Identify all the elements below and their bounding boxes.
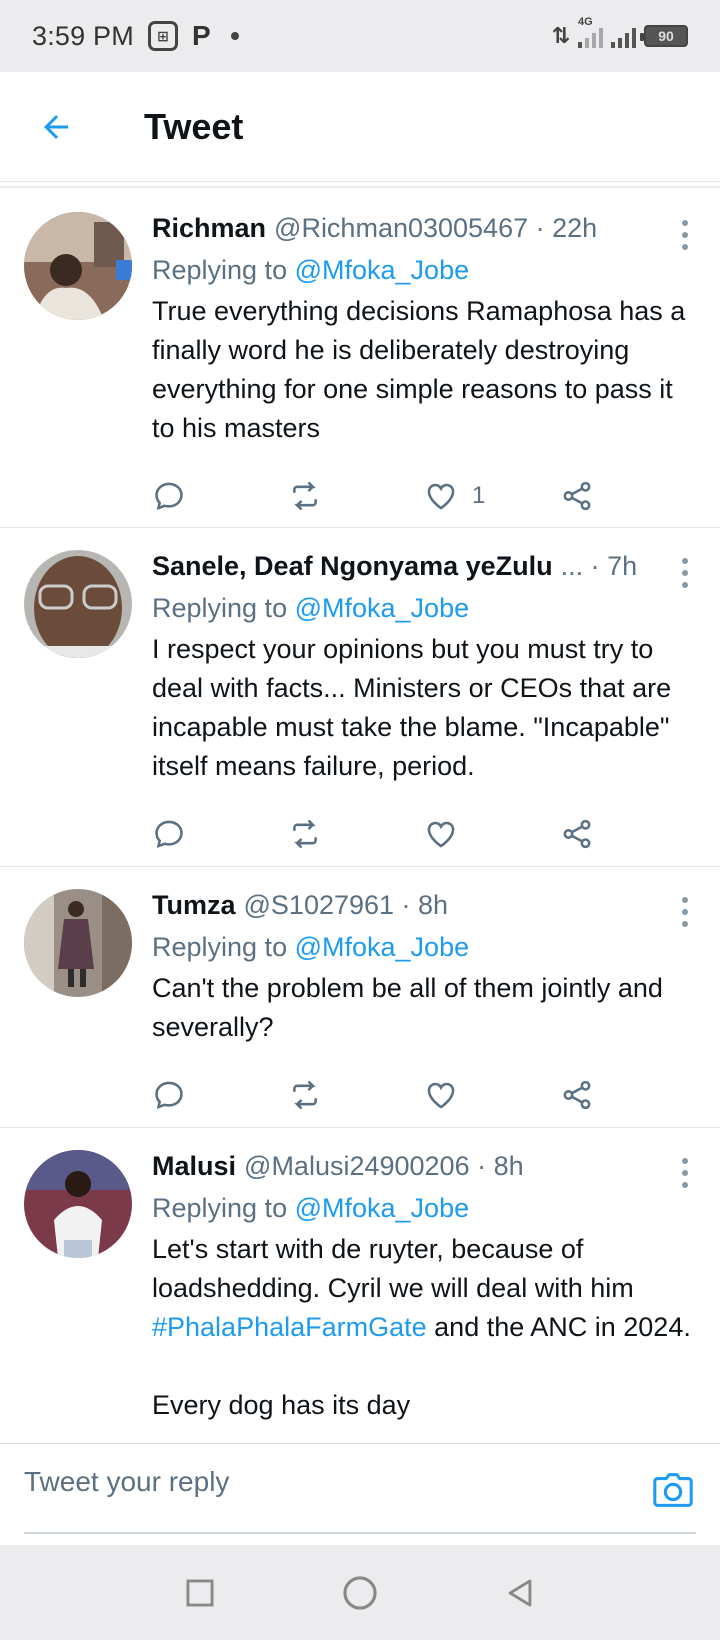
signal-icon-2	[611, 24, 636, 48]
like-button[interactable]: 1	[424, 479, 560, 513]
tweet-text-continued: Every dog has its day	[152, 1390, 411, 1420]
tweet-text: Let's start with de ruyter, because of l…	[152, 1234, 691, 1342]
author-name[interactable]: Malusi	[152, 1151, 236, 1182]
tweet-actions	[152, 794, 696, 874]
more-vertical-icon	[682, 558, 688, 564]
like-button[interactable]	[424, 1078, 560, 1112]
hashtag-link[interactable]: #PhalaPhalaFarmGate	[152, 1312, 427, 1342]
top-app-bar: Tweet	[0, 72, 720, 182]
nav-recents-icon	[186, 1579, 214, 1606]
camera-icon	[653, 1473, 693, 1507]
tweet-text: True everything decisions Ramaphosa has …	[152, 296, 693, 443]
signal-icon: 4G	[578, 16, 603, 48]
back-button[interactable]	[28, 99, 84, 155]
more-vertical-icon	[682, 897, 688, 903]
battery-icon: 90	[640, 25, 688, 47]
nav-back-icon	[508, 1579, 532, 1606]
mention-link[interactable]: @Mfoka_Jobe	[295, 255, 470, 285]
like-button[interactable]	[424, 817, 560, 851]
avatar[interactable]	[24, 550, 132, 658]
author-handle-time: @Malusi24900206 · 8h	[244, 1150, 524, 1181]
mention-link[interactable]: @Mfoka_Jobe	[295, 932, 470, 962]
reply-icon	[155, 820, 183, 849]
avatar[interactable]	[24, 212, 132, 320]
tweet-item[interactable]: Sanele, Deaf Ngonyama yeZulu ... · 7h Re…	[0, 528, 720, 867]
more-vertical-icon	[682, 220, 688, 226]
replying-to: Replying to @Mfoka_Jobe	[152, 932, 470, 962]
tweet-item[interactable]: Richman @Richman03005467 · 22h Replying …	[0, 190, 720, 528]
data-transfer-icon: ⇅	[551, 23, 570, 48]
system-nav-bar	[0, 1545, 720, 1640]
status-time: 3:59 PM	[32, 20, 134, 51]
reply-button[interactable]	[152, 1078, 288, 1112]
more-options-button[interactable]	[680, 220, 690, 250]
author-name[interactable]: Richman	[152, 213, 266, 244]
home-button[interactable]	[340, 1573, 380, 1613]
reply-composer: Tweet your reply	[0, 1443, 720, 1545]
parking-notification-icon: P	[191, 20, 211, 51]
page-title: Tweet	[144, 105, 244, 147]
more-options-button[interactable]	[680, 1158, 690, 1188]
notification-dot-icon	[230, 32, 239, 40]
like-icon	[427, 1082, 455, 1109]
more-options-button[interactable]	[680, 897, 690, 927]
reply-icon	[155, 482, 183, 511]
author-handle-time: @S1027961 · 8h	[243, 889, 449, 920]
replying-to: Replying to @Mfoka_Jobe	[152, 1193, 470, 1223]
author-handle-time: ... · 7h	[560, 550, 638, 581]
replying-to: Replying to @Mfoka_Jobe	[152, 593, 470, 623]
share-button[interactable]	[560, 479, 696, 513]
retweet-icon	[293, 1080, 317, 1110]
share-icon	[563, 819, 591, 849]
avatar[interactable]	[24, 889, 132, 997]
tweet-item[interactable]: Tumza @S1027961 · 8h Replying to @Mfoka_…	[0, 867, 720, 1128]
camera-button[interactable]	[650, 1468, 696, 1514]
tweet-actions: 1	[152, 456, 696, 536]
reply-button[interactable]	[152, 479, 288, 513]
retweet-icon	[293, 481, 317, 511]
retweet-button[interactable]	[288, 1078, 424, 1112]
nav-home-icon	[343, 1575, 377, 1610]
like-icon	[427, 483, 455, 510]
author-handle-time: @Richman03005467 · 22h	[274, 212, 598, 243]
avatar[interactable]	[24, 1150, 132, 1258]
replying-to: Replying to @Mfoka_Jobe	[152, 255, 470, 285]
tweet-actions	[152, 1055, 696, 1135]
reply-underline	[24, 1532, 696, 1534]
share-icon	[563, 1080, 591, 1110]
reply-input[interactable]: Tweet your reply	[24, 1466, 229, 1498]
tweet-item[interactable]: Malusi @Malusi24900206 · 8h Replying to …	[0, 1128, 720, 1443]
author-name[interactable]: Tumza	[152, 890, 236, 921]
status-bar: 3:59 PM ⊞ P ⇅ 4G 90	[0, 0, 720, 72]
like-count: 1	[472, 482, 486, 509]
mention-link[interactable]: @Mfoka_Jobe	[295, 593, 470, 623]
tweet-text: I respect your opinions but you must try…	[152, 634, 679, 781]
mention-link[interactable]: @Mfoka_Jobe	[295, 1193, 470, 1223]
recents-button[interactable]	[180, 1573, 220, 1613]
share-button[interactable]	[560, 1078, 696, 1112]
like-icon	[427, 821, 455, 848]
reply-icon	[155, 1081, 183, 1110]
network-type: 4G	[578, 16, 593, 28]
back-arrow-icon	[44, 114, 68, 139]
replies-feed[interactable]: Richman @Richman03005467 · 22h Replying …	[0, 190, 720, 1443]
header-divider	[0, 186, 720, 188]
retweet-button[interactable]	[288, 817, 424, 851]
nav-back-button[interactable]	[500, 1573, 540, 1613]
share-button[interactable]	[560, 817, 696, 851]
author-name[interactable]: Sanele, Deaf Ngonyama yeZulu	[152, 551, 553, 582]
reply-button[interactable]	[152, 817, 288, 851]
more-vertical-icon	[682, 1158, 688, 1164]
more-options-button[interactable]	[680, 558, 690, 588]
app-notification-icon: ⊞	[147, 21, 178, 51]
share-icon	[563, 481, 591, 511]
tweet-text: Can't the problem be all of them jointly…	[152, 973, 671, 1042]
retweet-button[interactable]	[288, 479, 424, 513]
retweet-icon	[293, 819, 317, 849]
